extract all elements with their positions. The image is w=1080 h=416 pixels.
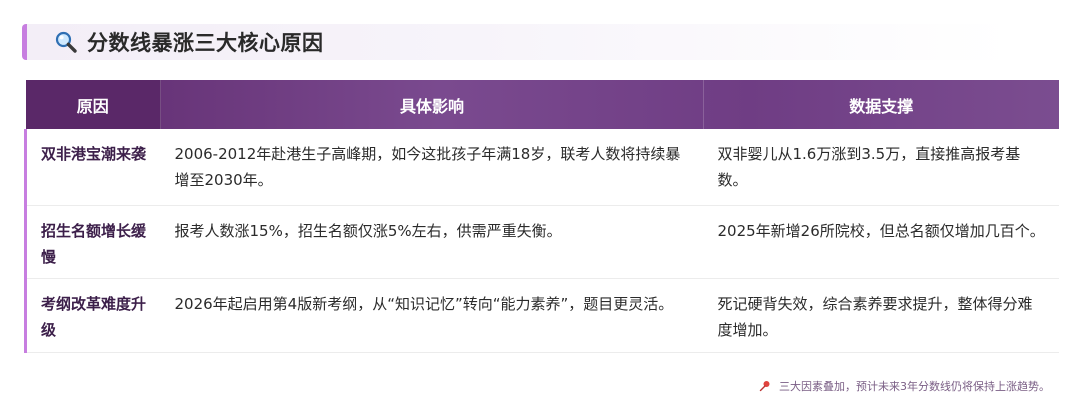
column-header-support: 数据支撑 bbox=[849, 96, 914, 116]
pushpin-icon bbox=[759, 380, 771, 392]
support-cell: 死记硬背失效，综合素养要求提升，整体得分难度增加。 bbox=[717, 294, 1033, 339]
reasons-table: 原因 具体影响 数据支撑 双非港宝潮来袭 2006-2012年赴港生子高峰期，如… bbox=[24, 80, 1059, 353]
section-title: 分数线暴涨三大核心原因 bbox=[87, 31, 324, 55]
magnifier-icon bbox=[53, 29, 79, 55]
table-row: 招生名额增长缓慢 报考人数涨15%，招生名额仅涨5%左右，供需严重失衡。 202… bbox=[24, 205, 1059, 278]
support-cell: 2025年新增26所院校，但总名额仅增加几百个。 bbox=[717, 221, 1045, 240]
section-title-bar: 分数线暴涨三大核心原因 bbox=[22, 24, 1012, 60]
footnote-text: 三大因素叠加，预计未来3年分数线仍将保持上涨趋势。 bbox=[779, 380, 1050, 393]
column-header-reason: 原因 bbox=[25, 80, 161, 129]
table-header: 原因 具体影响 数据支撑 bbox=[25, 80, 1059, 129]
table-row: 考纲改革难度升级 2026年起启用第4版新考纲，从“知识记忆”转向“能力素养”，… bbox=[24, 278, 1059, 352]
impact-cell: 2026年起启用第4版新考纲，从“知识记忆”转向“能力素养”，题目更灵活。 bbox=[174, 294, 674, 313]
reason-cell: 考纲改革难度升级 bbox=[24, 278, 161, 352]
footnote: 三大因素叠加，预计未来3年分数线仍将保持上涨趋势。 bbox=[759, 378, 1050, 394]
impact-cell: 报考人数涨15%，招生名额仅涨5%左右，供需严重失衡。 bbox=[174, 221, 562, 240]
impact-cell: 2006-2012年赴港生子高峰期，如今这批孩子年满18岁，联考人数将持续暴增至… bbox=[174, 145, 681, 189]
support-cell: 双非婴儿从1.6万涨到3.5万，直接推高报考基数。 bbox=[717, 145, 1021, 189]
reason-cell: 招生名额增长缓慢 bbox=[24, 205, 161, 278]
reason-cell: 双非港宝潮来袭 bbox=[24, 129, 161, 205]
column-header-impact: 具体影响 bbox=[160, 80, 704, 129]
table-row: 双非港宝潮来袭 2006-2012年赴港生子高峰期，如今这批孩子年满18岁，联考… bbox=[24, 129, 1059, 205]
reasons-table-container: 原因 具体影响 数据支撑 双非港宝潮来袭 2006-2012年赴港生子高峰期，如… bbox=[24, 80, 1059, 353]
page: 分数线暴涨三大核心原因 原因 具体影响 数据支撑 双非港宝潮来袭 2006-20… bbox=[0, 0, 1080, 416]
